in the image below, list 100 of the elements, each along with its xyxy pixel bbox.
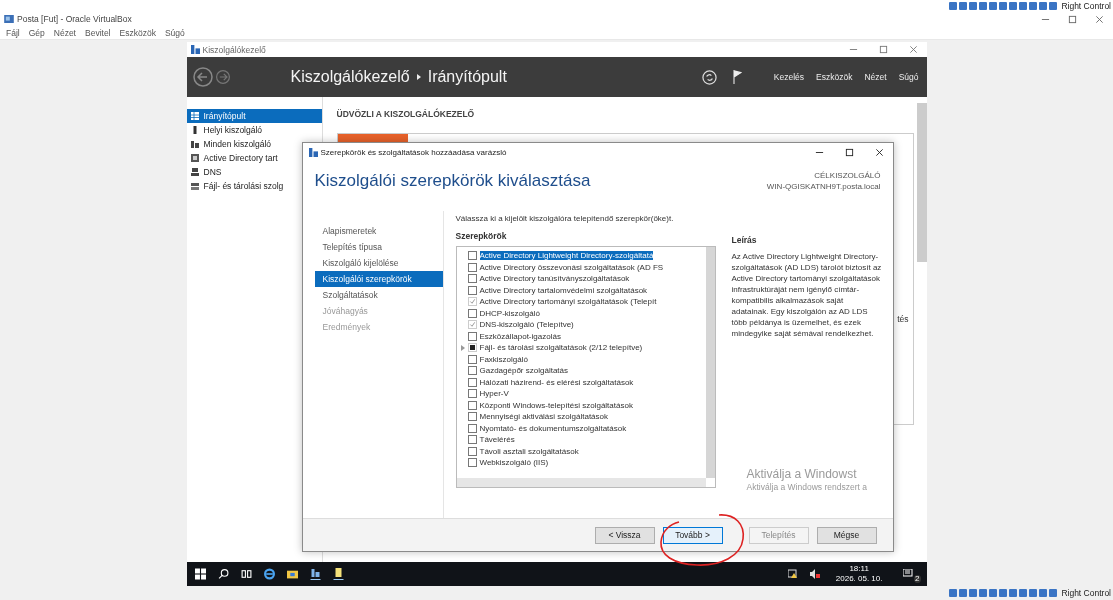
menu-item[interactable]: Bevitel [85, 27, 111, 38]
menu-item[interactable]: Kezelés [773, 72, 805, 82]
role-label[interactable]: DNS-kiszolgáló (Telepítve) [479, 320, 574, 330]
role-label[interactable]: Gazdagépőr szolgáltatás [479, 366, 568, 376]
role-label[interactable]: Fájl- és tárolási szolgáltatások (2/12 telepítve) [479, 343, 643, 353]
menu-item[interactable]: Eszközök [816, 72, 853, 82]
checkbox[interactable] [467, 389, 477, 399]
checkbox[interactable] [467, 285, 477, 295]
target-label: CÉLKISZOLGÁLÓ [814, 171, 881, 180]
maximize-icon[interactable] [844, 147, 854, 157]
menu-item[interactable]: Nézet [53, 27, 76, 38]
clock-date[interactable]: 2026. 05. 10. [835, 574, 883, 584]
checkbox[interactable] [467, 251, 477, 261]
refresh-icon[interactable] [701, 69, 717, 85]
flag-icon[interactable] [732, 70, 742, 84]
browser-icon[interactable] [263, 568, 275, 580]
role-label[interactable]: Faxkiszolgáló [479, 354, 528, 364]
network-warning-icon[interactable] [787, 569, 798, 579]
app-icon [308, 147, 318, 157]
close-icon[interactable] [874, 147, 884, 157]
dialog-title: Szerepkörök és szolgáltatások hozzáadása varázsló [320, 147, 508, 157]
checkbox[interactable] [467, 458, 477, 468]
menu-item[interactable]: Gép [28, 27, 45, 38]
scrollbar[interactable] [916, 103, 927, 262]
scrollbar[interactable] [705, 247, 715, 478]
menu-item[interactable]: Nézet [864, 72, 887, 82]
nav-item[interactable]: Minden kiszolgáló [186, 137, 322, 151]
dns-icon [190, 168, 199, 176]
grid-icon [190, 112, 199, 120]
checkbox[interactable] [467, 400, 477, 410]
notification-button[interactable]: 2 [902, 566, 919, 582]
wizard-step[interactable]: Telepítés típusa [314, 239, 443, 255]
role-label[interactable]: Távoli asztali szolgáltatások [479, 446, 579, 456]
wizard-step[interactable]: Kiszolgálói szerepkörök [314, 271, 443, 287]
activation-notice: Aktiválja a Windows rendszert a [746, 482, 867, 492]
notification-count: 2 [914, 575, 921, 583]
menu-item[interactable]: Eszközök [119, 27, 156, 38]
role-label[interactable]: Eszközállapot-igazolás [479, 331, 561, 341]
notepad-icon[interactable] [332, 568, 344, 580]
checkbox[interactable] [467, 308, 477, 318]
expand-icon[interactable] [460, 344, 465, 351]
checkbox[interactable] [467, 343, 477, 353]
scrollbar[interactable] [456, 478, 706, 487]
dialog-button[interactable]: Mégse [816, 526, 877, 544]
role-label[interactable]: Active Directory Lightweight Directory-szolgáltatá [479, 251, 654, 261]
checkbox[interactable] [467, 377, 477, 387]
dialog-button[interactable]: < Vissza [594, 526, 655, 544]
target-server: WIN-QGISKATNH9T.posta.local [766, 182, 881, 191]
description-heading: Leírás [731, 235, 758, 245]
checkbox[interactable] [467, 274, 477, 284]
checkbox[interactable] [467, 435, 477, 445]
role-label[interactable]: Active Directory tartományi szolgáltatások (Telepít [479, 297, 657, 307]
wizard-step[interactable]: Alapismeretek [314, 223, 443, 239]
breadcrumb-item[interactable]: Irányítópult [427, 68, 507, 86]
checkbox[interactable] [467, 262, 477, 272]
folder-icon[interactable] [286, 568, 298, 580]
back-icon[interactable] [192, 67, 213, 87]
section-heading: ÜDVÖZLI A KISZOLGÁLÓKEZELŐ [336, 109, 476, 119]
role-label[interactable]: Hyper-V [479, 389, 509, 399]
nav-item[interactable]: Irányítópult [186, 109, 322, 123]
role-label[interactable]: Nyomtató- és dokumentumszolgáltatások [479, 423, 627, 433]
wizard-step[interactable]: Szolgáltatások [314, 287, 443, 303]
role-label[interactable]: Active Directory összevonási szolgáltatások (AD FS [479, 262, 664, 272]
server-manager-icon[interactable] [309, 568, 321, 580]
chevron-icon [416, 74, 421, 80]
role-label[interactable]: Hálózati házirend- és elérési szolgáltatások [479, 377, 634, 387]
breadcrumb-item[interactable]: Kiszolgálókezelő [290, 68, 410, 86]
forward-icon[interactable] [214, 69, 231, 85]
checkbox[interactable] [467, 446, 477, 456]
clock-time[interactable]: 18:11 [849, 564, 869, 574]
task-view-icon[interactable] [240, 568, 252, 580]
activation-notice: Aktiválja a Windowst [746, 467, 858, 481]
role-label[interactable]: Active Directory tartalomvédelmi szolgáltatások [479, 285, 648, 295]
app-icon [190, 45, 200, 54]
checkbox[interactable] [467, 320, 477, 330]
storage-icon [190, 182, 199, 190]
role-label[interactable]: Távelérés [479, 435, 515, 445]
role-label[interactable]: Mennyiségi aktiválási szolgáltatások [479, 412, 608, 422]
search-icon[interactable] [217, 568, 229, 580]
checkbox[interactable] [467, 366, 477, 376]
menu-item[interactable]: Fájl [6, 27, 20, 38]
speaker-muted-icon[interactable] [809, 569, 820, 579]
nav-item[interactable]: Active Directory tart [186, 151, 322, 165]
role-label[interactable]: Webkiszolgáló (IIS) [479, 458, 549, 468]
wizard-step[interactable]: Kiszolgáló kijelölése [314, 255, 443, 271]
windows-start-icon[interactable] [194, 568, 206, 580]
menu-item[interactable]: Súgó [898, 72, 919, 82]
menu-item[interactable]: Súgó [164, 27, 185, 38]
checkbox[interactable] [467, 354, 477, 364]
checkbox[interactable] [467, 297, 477, 307]
role-label[interactable]: DHCP-kiszolgáló [479, 308, 540, 318]
dialog-button[interactable]: Tovább > [662, 526, 723, 544]
app-icon [4, 15, 14, 23]
role-label[interactable]: Active Directory tanúsítványszolgáltatások [479, 274, 630, 284]
window-title: Posta [Fut] - Oracle VirtualBox [17, 14, 133, 24]
checkbox[interactable] [467, 331, 477, 341]
role-label[interactable]: Központi Windows-telepítési szolgáltatások [479, 400, 633, 410]
nav-item[interactable]: Helyi kiszolgáló [186, 123, 322, 137]
checkbox[interactable] [467, 423, 477, 433]
checkbox[interactable] [467, 412, 477, 422]
